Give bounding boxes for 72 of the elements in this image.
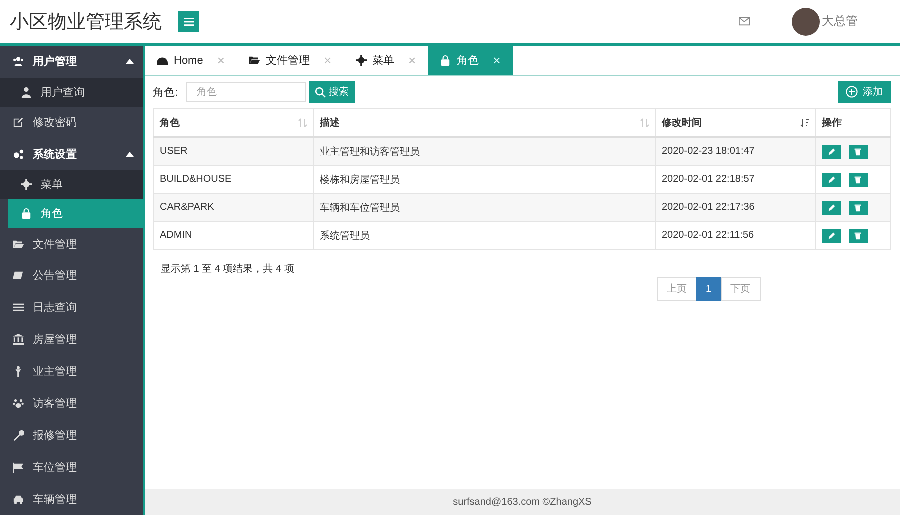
- trash-icon: [854, 204, 862, 212]
- sort-descending-icon[interactable]: [800, 118, 810, 128]
- app-title: 小区物业管理系统: [10, 10, 162, 34]
- page-button[interactable]: 1: [696, 277, 722, 301]
- edit-icon: [13, 117, 24, 128]
- pencil-icon: [828, 148, 836, 156]
- trash-icon: [854, 176, 862, 184]
- list-icon: [13, 302, 24, 314]
- role-search-field[interactable]: 角色: [186, 82, 306, 102]
- trash-icon: [854, 148, 862, 156]
- table-cell: CAR&PARK: [154, 194, 314, 222]
- table-cell: 2020-02-01 22:11:56: [656, 222, 816, 250]
- avatar[interactable]: [792, 8, 820, 36]
- lock-icon: [21, 208, 32, 220]
- folder-icon: [248, 55, 260, 66]
- caret-icon: [126, 59, 134, 64]
- caret-icon: [126, 152, 134, 158]
- pencil-icon: [828, 176, 836, 184]
- menu-icon: [184, 18, 194, 26]
- footer-text: surfsand@163.com ©ZhangXS: [145, 489, 900, 515]
- edit-button[interactable]: [822, 200, 841, 214]
- edit-button[interactable]: [822, 144, 841, 158]
- flag-icon: [13, 462, 24, 473]
- sidebar-item[interactable]: 房屋管理: [0, 324, 143, 356]
- pencil-icon: [828, 232, 836, 240]
- delete-button[interactable]: [848, 200, 868, 214]
- person-icon: [13, 366, 24, 378]
- folder-icon: [13, 238, 24, 250]
- gears-icon: [13, 149, 24, 160]
- tab[interactable]: 文件管理 ×: [236, 46, 344, 75]
- sidebar-item[interactable]: 访客管理: [0, 388, 143, 420]
- sidebar-item[interactable]: 车辆管理: [0, 483, 143, 515]
- user-name[interactable]: 大总管: [822, 13, 858, 30]
- edit-button[interactable]: [822, 228, 841, 242]
- table-cell: 业主管理和访客管理员: [314, 137, 656, 166]
- user-icon: [21, 86, 32, 98]
- delete-button[interactable]: [848, 144, 868, 158]
- delete-button[interactable]: [848, 228, 868, 242]
- table-cell: USER: [154, 137, 314, 166]
- table-cell: 2020-02-23 18:01:47: [656, 137, 816, 166]
- lock-icon: [440, 55, 452, 66]
- sidebar-item[interactable]: 公告管理: [0, 260, 143, 292]
- trash-icon: [854, 232, 862, 240]
- sidebar-item[interactable]: 业主管理: [0, 356, 143, 388]
- table-cell: 2020-02-01 22:17:36: [656, 194, 816, 222]
- menu-button[interactable]: [178, 11, 199, 32]
- tab[interactable]: Home ×: [145, 46, 237, 75]
- field-label: 角色:: [153, 86, 178, 100]
- mail-icon[interactable]: [739, 17, 750, 26]
- users-icon: [13, 56, 24, 68]
- plus-circle-icon: [846, 86, 858, 98]
- delete-button[interactable]: [848, 172, 868, 186]
- car-icon: [13, 494, 24, 504]
- search-icon: [315, 86, 326, 98]
- sidebar-item[interactable]: 报修管理: [0, 419, 143, 452]
- sidebar-item[interactable]: 用户管理: [0, 46, 143, 78]
- sidebar-item[interactable]: 日志查询: [0, 292, 143, 324]
- table-cell: 系统管理员: [314, 222, 656, 250]
- pencil-icon: [828, 204, 836, 212]
- sidebar-subitem[interactable]: 菜单: [0, 170, 143, 200]
- results-summary: 显示第 1 至 4 项结果，共 4 项: [161, 262, 296, 276]
- table-cell: 车辆和车位管理员: [314, 194, 656, 222]
- paw-icon: [13, 398, 24, 409]
- sidebar-item[interactable]: 修改密码: [0, 106, 143, 139]
- bank-icon: [13, 334, 24, 346]
- sidebar-subitem[interactable]: 用户查询: [0, 78, 143, 107]
- table-cell: ADMIN: [154, 222, 314, 250]
- tab[interactable]: 菜单 ×: [344, 46, 428, 75]
- sidebar-item[interactable]: 车位管理: [0, 451, 143, 484]
- sidebar-item[interactable]: 文件管理: [0, 228, 143, 260]
- edit-button[interactable]: [822, 172, 841, 186]
- sidebar-item[interactable]: 系统设置: [0, 138, 143, 170]
